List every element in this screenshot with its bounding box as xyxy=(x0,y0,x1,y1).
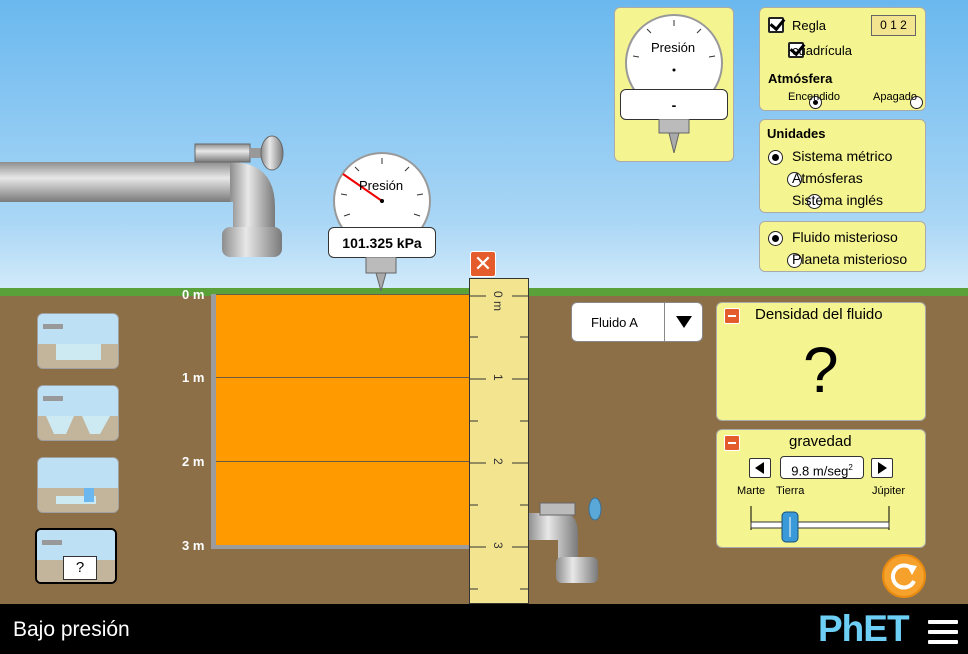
units-title: Unidades xyxy=(767,126,826,141)
gravity-panel: gravedad 9.8 m/seg2 Marte Tierra Júpiter xyxy=(716,429,926,548)
ruler-label-0: 0 m xyxy=(491,291,505,312)
grid-line-0m xyxy=(216,294,470,295)
mystery-panel: Fluido misterioso Planeta misterioso xyxy=(759,221,926,272)
ruler-ticks xyxy=(470,295,528,590)
mystery-scene-label: ? xyxy=(63,556,97,580)
depth-label-3: 3 m xyxy=(182,538,205,553)
ruler-close-button[interactable]: ✕ xyxy=(470,251,496,277)
fluid-select-value: Fluido A xyxy=(591,315,638,330)
grid-checkbox-label: cuadrícula xyxy=(792,43,852,58)
top-faucet[interactable] xyxy=(0,132,290,262)
ruler-checkbox[interactable] xyxy=(768,17,784,33)
ruler-icon: 0 1 2 xyxy=(871,15,916,36)
ruler-label-1: 1 xyxy=(491,374,505,381)
density-collapse-button[interactable] xyxy=(724,308,740,324)
sim-title: Bajo presión xyxy=(13,618,130,641)
units-label-english: Sistema inglés xyxy=(792,192,884,208)
bottom-faucet[interactable] xyxy=(528,495,608,590)
gravity-label-earth: Tierra xyxy=(776,485,805,497)
toolbox-gauge-label: Presión xyxy=(651,40,696,55)
gravity-unit-exponent: 2 xyxy=(848,463,853,472)
trapezoid-scene-icon xyxy=(38,386,118,440)
ruler-checkbox-label: Regla xyxy=(792,18,826,33)
toolbox-gauge-readout: - xyxy=(620,89,728,120)
scene-button-mystery[interactable]: ? xyxy=(35,528,117,584)
units-label-atmospheres: Atmósferas xyxy=(792,170,863,186)
arrow-left-icon xyxy=(755,462,764,474)
grid-line-2m xyxy=(216,461,470,462)
chamber-scene-icon xyxy=(38,458,118,512)
atmosphere-on-label: Encendido xyxy=(788,91,840,103)
ruler-label-3: 3 xyxy=(491,542,505,549)
pool-gauge-probe[interactable] xyxy=(364,257,398,291)
gravity-label-jupiter: Júpiter xyxy=(872,485,906,497)
depth-label-2: 2 m xyxy=(182,454,205,469)
ruler-label-2: 2 xyxy=(491,458,505,465)
arrow-right-icon xyxy=(878,462,887,474)
units-radio-metric[interactable] xyxy=(768,150,783,166)
scene-button-pool[interactable] xyxy=(37,313,119,369)
density-title: Densidad del fluido xyxy=(755,306,883,323)
options-panel: Regla 0 1 2 cuadrícula Atmósfera Encendi… xyxy=(759,7,926,111)
pool-gauge-readout: 101.325 kPa xyxy=(328,227,436,258)
fluid-select[interactable]: Fluido A xyxy=(571,302,703,342)
toolbox-gauge-probe[interactable] xyxy=(657,119,691,153)
gravity-title: gravedad xyxy=(789,433,852,450)
phet-logo[interactable]: PhET xyxy=(818,608,910,650)
ruler[interactable]: 0 m 1 2 3 xyxy=(469,278,529,604)
gravity-readout: 9.8 m/seg2 xyxy=(780,456,864,479)
gravity-label-mars: Marte xyxy=(737,485,766,497)
gravity-slider[interactable] xyxy=(747,504,897,544)
atmosphere-off-label: Apagado xyxy=(873,91,918,103)
scene-button-trapezoid[interactable] xyxy=(37,385,119,441)
depth-label-0: 0 m xyxy=(182,287,205,302)
chevron-down-icon[interactable] xyxy=(676,316,692,328)
gravity-decrease-button[interactable] xyxy=(749,458,771,478)
gravity-value: 9.8 m/seg xyxy=(791,463,849,479)
fluid-select-divider xyxy=(664,303,665,341)
mystery-fluid-label: Fluido misterioso xyxy=(792,229,898,245)
pool-scene-icon xyxy=(38,314,118,368)
units-label-metric: Sistema métrico xyxy=(792,148,893,164)
gauge-toolbox-panel: Presión - xyxy=(614,7,734,162)
gravity-collapse-button[interactable] xyxy=(724,435,740,451)
units-panel: Unidades Sistema métrico Atmósferas Sist… xyxy=(759,119,926,213)
atmosphere-title: Atmósfera xyxy=(768,71,833,86)
reset-icon xyxy=(890,563,917,590)
grid-line-1m xyxy=(216,377,470,378)
mystery-planet-label: Planeta misterioso xyxy=(792,251,908,267)
reset-button[interactable] xyxy=(882,554,926,598)
density-panel: Densidad del fluido ? xyxy=(716,302,926,421)
gravity-increase-button[interactable] xyxy=(871,458,893,478)
depth-label-1: 1 m xyxy=(182,370,205,385)
scene-button-chamber[interactable] xyxy=(37,457,119,513)
pool-fluid xyxy=(216,295,470,545)
density-value: ? xyxy=(803,334,839,406)
pool-gauge-label: Presión xyxy=(359,178,404,193)
mystery-fluid-radio[interactable] xyxy=(768,231,783,247)
hamburger-menu-icon[interactable] xyxy=(928,620,958,644)
